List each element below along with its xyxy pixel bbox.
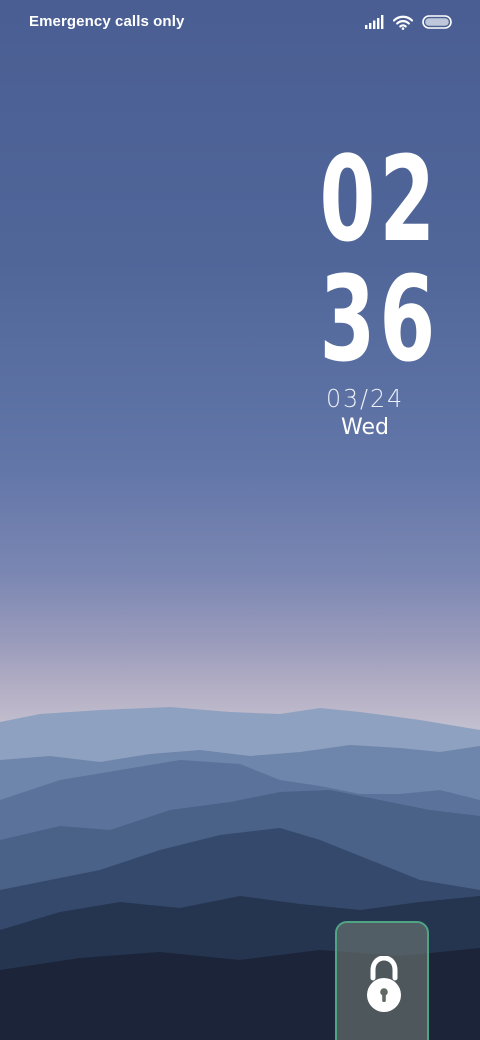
status-bar: Emergency calls only — [0, 0, 480, 44]
status-icons — [365, 12, 452, 32]
clock-minute: 36 — [319, 250, 440, 388]
lock-screen: Emergency calls only 02 36 03/24 Wed — [0, 0, 480, 1040]
signal-icon — [365, 15, 384, 29]
clock-date: 03/24 — [326, 384, 404, 413]
unlock-button[interactable] — [335, 921, 429, 1040]
lock-icon — [364, 955, 404, 1019]
clock-hour: 02 — [319, 130, 440, 268]
wifi-icon — [393, 15, 413, 30]
lock-clock: 02 36 03/24 Wed — [298, 130, 440, 440]
carrier-status-text: Emergency calls only — [29, 13, 185, 30]
clock-day: Wed — [341, 415, 389, 440]
battery-icon — [422, 15, 452, 29]
